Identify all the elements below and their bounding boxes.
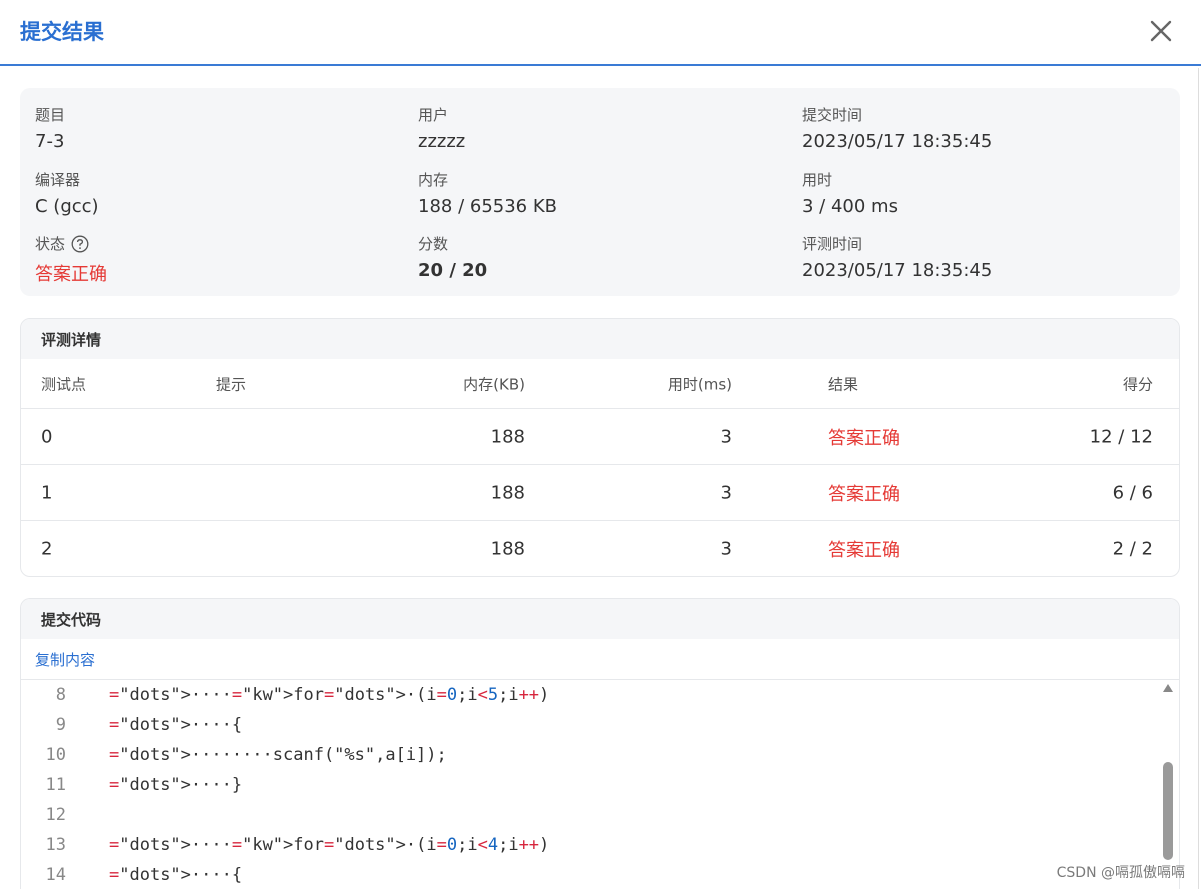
scroll-up-arrow-icon[interactable] xyxy=(1163,684,1173,692)
code-line: 8 ="dots">····="kw">for="dots">·(i=0;i<5… xyxy=(21,680,1151,710)
line-number: 8 xyxy=(55,685,66,705)
column-header: 提示 xyxy=(216,375,247,393)
close-icon[interactable] xyxy=(1147,14,1175,46)
info-judge-time: 评测时间 2023/05/17 18:35:45 xyxy=(802,233,992,281)
watermark: CSDN @嗝孤傲嗝嗝 xyxy=(1056,865,1185,881)
info-value: 2023/05/17 18:35:45 xyxy=(802,260,993,281)
code-line: 14 ="dots">····{ xyxy=(21,860,1151,889)
test-point: 0 xyxy=(41,426,53,447)
line-number: 12 xyxy=(45,805,66,825)
info-label: 提交时间 xyxy=(802,106,863,124)
test-result: 答案正确 xyxy=(828,483,900,505)
test-score: 2 / 2 xyxy=(1112,538,1153,560)
info-label: 用户 xyxy=(418,106,449,124)
copy-toolbar: 复制内容 xyxy=(21,639,1179,680)
code-text: ="dots">····="kw">for="dots">·(i=0;i<5;i… xyxy=(109,685,550,705)
code-line: 12 xyxy=(21,800,1151,830)
info-memory: 内存 188 / 65536 KB xyxy=(418,169,557,217)
info-label: 题目 xyxy=(35,106,66,124)
table-row: 2 188 3 答案正确 2 / 2 xyxy=(21,521,1179,576)
code-line: 10 ="dots">········scanf("%s",a[i]); xyxy=(21,740,1151,770)
code-text: ="dots">····} xyxy=(109,775,243,795)
info-label: 编译器 xyxy=(35,171,81,189)
test-point: 1 xyxy=(41,482,53,503)
judge-details-panel: 评测详情 测试点 提示 内存(KB) 用时(ms) 结果 得分 0 188 3 … xyxy=(20,318,1180,577)
test-result: 答案正确 xyxy=(828,427,900,449)
test-memory: 188 xyxy=(490,482,525,503)
test-time: 3 xyxy=(720,538,732,560)
column-header: 测试点 xyxy=(41,375,87,393)
scrollbar-thumb[interactable] xyxy=(1163,762,1173,860)
info-compiler: 编译器 C (gcc) xyxy=(35,169,99,217)
info-time: 用时 3 / 400 ms xyxy=(802,169,898,217)
test-score: 6 / 6 xyxy=(1112,482,1153,503)
info-label: 状态 xyxy=(35,233,107,254)
column-header: 得分 xyxy=(1122,375,1153,393)
info-value: 3 / 400 ms xyxy=(802,196,898,217)
table-row: 1 188 3 答案正确 6 / 6 xyxy=(21,465,1179,521)
test-time: 3 xyxy=(720,482,732,503)
status-label: 状态 xyxy=(35,235,66,253)
test-time: 3 xyxy=(720,426,732,447)
submission-info-card: 题目 7-3 用户 zzzzz 提交时间 2023/05/17 18:35:45… xyxy=(20,88,1180,296)
info-label: 用时 xyxy=(802,171,833,189)
test-score: 12 / 12 xyxy=(1089,426,1153,447)
code-line: 13 ="dots">····="kw">for="dots">·(i=0;i<… xyxy=(21,830,1151,860)
info-value: 2023/05/17 18:35:45 xyxy=(802,131,993,152)
info-problem: 题目 7-3 xyxy=(35,104,65,152)
test-result: 答案正确 xyxy=(828,540,900,561)
panel-title: 提交代码 xyxy=(21,599,1179,639)
info-value: C (gcc) xyxy=(35,196,99,217)
dialog-header: 提交结果 xyxy=(0,0,1201,66)
table-header: 测试点 提示 内存(KB) 用时(ms) 结果 得分 xyxy=(21,359,1179,409)
status-badge: 答案正确 xyxy=(35,264,107,285)
info-value: zzzzz xyxy=(418,131,466,152)
line-number: 11 xyxy=(45,775,66,795)
column-header: 用时(ms) xyxy=(667,375,732,393)
column-header: 结果 xyxy=(828,375,859,393)
line-number: 13 xyxy=(45,835,66,855)
code-line: 9 ="dots">····{ xyxy=(21,710,1151,740)
test-memory: 188 xyxy=(490,426,525,447)
line-number: 10 xyxy=(45,745,66,765)
code-text: ="dots">····="kw">for="dots">·(i=0;i<4;i… xyxy=(109,835,550,855)
code-text: ="dots">····{ xyxy=(109,865,243,885)
info-label: 分数 xyxy=(418,235,449,253)
submitted-code-panel: 提交代码 复制内容 8 ="dots">····="kw">for="dots"… xyxy=(20,598,1180,889)
column-header: 内存(KB) xyxy=(463,375,525,393)
info-value: 7-3 xyxy=(35,131,65,152)
code-editor[interactable]: 8 ="dots">····="kw">for="dots">·(i=0;i<5… xyxy=(21,680,1179,889)
copy-content-link[interactable]: 复制内容 xyxy=(35,651,95,669)
dialog-title: 提交结果 xyxy=(20,20,104,44)
line-number: 14 xyxy=(45,865,66,885)
code-text: ="dots">····{ xyxy=(109,715,243,735)
info-label: 评测时间 xyxy=(802,235,863,253)
info-user: 用户 zzzzz xyxy=(418,104,465,152)
info-submit-time: 提交时间 2023/05/17 18:35:45 xyxy=(802,104,992,152)
code-line: 11 ="dots">····} xyxy=(21,770,1151,800)
panel-title: 评测详情 xyxy=(21,319,1179,359)
info-label: 内存 xyxy=(418,171,449,189)
test-point: 2 xyxy=(41,538,53,560)
info-score: 分数 20 / 20 xyxy=(418,233,487,281)
line-number: 9 xyxy=(55,715,66,735)
code-text: ="dots">········scanf("%s",a[i]); xyxy=(109,745,447,765)
help-icon[interactable] xyxy=(71,235,89,253)
table-row: 0 188 3 答案正确 12 / 12 xyxy=(21,409,1179,465)
info-value: 20 / 20 xyxy=(418,260,488,281)
info-value: 188 / 65536 KB xyxy=(418,196,557,217)
test-memory: 188 xyxy=(490,538,525,560)
info-status: 状态 答案正确 xyxy=(35,233,107,286)
